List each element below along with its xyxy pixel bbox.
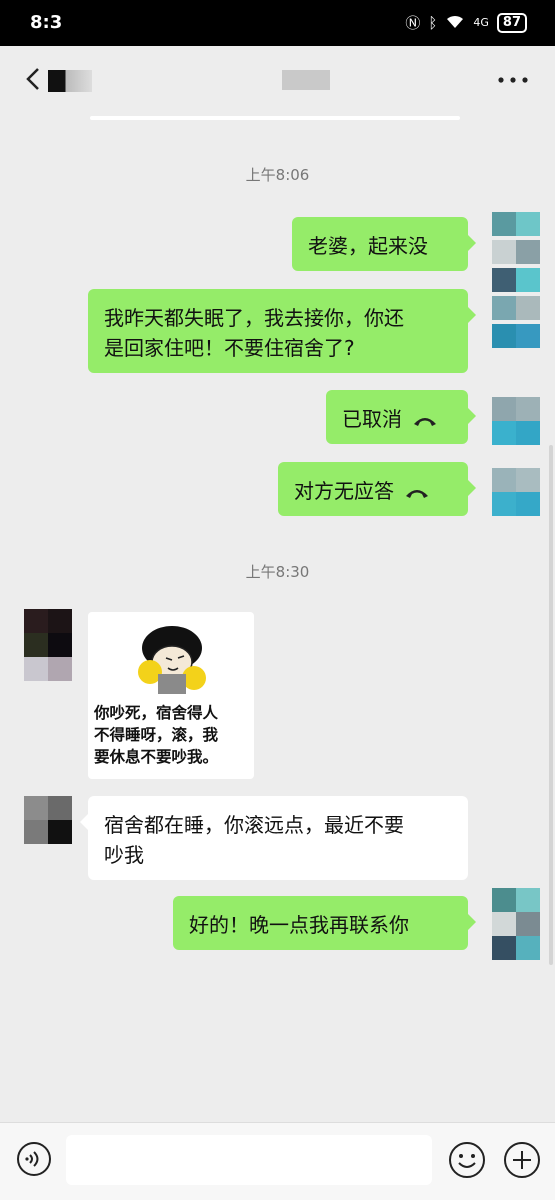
voice-button[interactable] [16,1141,52,1177]
sticker-caption-line: 不得睡呀，滚，我 [94,726,219,744]
back-button[interactable] [20,64,50,94]
avatar-contact[interactable] [24,796,72,844]
voice-icon [17,1142,51,1176]
sticker-message[interactable]: 你吵死，宿舍得人 不得睡呀，滚，我 要休息不要吵我。 [88,612,254,779]
plus-button[interactable] [503,1141,541,1179]
timestamp: 上午8:30 [245,563,310,581]
message-text: 老婆，起来没 [308,234,428,258]
avatar-self[interactable] [492,212,540,352]
sticker-caption-line: 要休息不要吵我。 [94,748,219,766]
status-icons: Ⓝ ᛒ 4G 87 [405,12,527,33]
call-cancelled-bubble[interactable]: 已取消 [326,390,476,444]
header-divider [90,116,460,120]
status-bar: 8:3 Ⓝ ᛒ 4G 87 [0,0,555,46]
chat-header [0,46,555,118]
call-no-answer-bubble[interactable]: 对方无应答 [278,462,476,516]
more-button[interactable] [493,68,533,92]
message-bubble-received[interactable]: 宿舍都在睡，你滚远点，最近不要 吵我 [80,796,468,880]
nfc-icon: Ⓝ [405,14,421,32]
wifi-icon [445,13,465,33]
battery-level: 87 [502,14,521,30]
message-bubble-sent[interactable]: 我昨天都失眠了，我去接你，你还 是回家住吧！不要住宿舍了? [88,289,476,373]
sticker-character-image [138,626,206,694]
battery-icon: 87 [496,12,527,33]
sticker-caption-line: 你吵死，宿舍得人 [94,704,219,722]
more-dots-icon [498,77,528,83]
phone-hangup-icon [406,489,428,498]
sticker-caption: 你吵死，宿舍得人 不得睡呀，滚，我 要休息不要吵我。 [88,702,254,768]
message-text-line: 宿舍都在睡，你滚远点，最近不要 [104,813,404,837]
avatar-self[interactable] [492,468,540,516]
bluetooth-icon: ᛒ [428,13,438,32]
input-bar [0,1122,555,1200]
message-bubble-sent[interactable]: 老婆，起来没 [292,217,476,271]
network-label: 4G [473,16,489,29]
status-time: 8:3 [30,12,63,33]
message-text-line: 吵我 [104,843,144,867]
emoji-button[interactable] [448,1141,486,1179]
scrollbar[interactable] [549,445,553,965]
avatar-self[interactable] [492,397,540,445]
call-status-text: 已取消 [342,407,402,431]
message-text-line: 是回家住吧！不要住宿舍了? [104,336,355,360]
avatar-contact[interactable] [24,609,72,681]
avatar-self[interactable] [492,888,540,960]
call-status-text: 对方无应答 [294,479,394,503]
message-text-line: 我昨天都失眠了，我去接你，你还 [104,306,404,330]
back-arrow-icon [26,68,39,90]
contact-name-blurred [282,70,330,90]
message-bubble-sent[interactable]: 好的！晚一点我再联系你 [173,896,476,950]
message-input[interactable] [66,1135,432,1185]
phone-hangup-icon [414,417,436,426]
emoji-icon [449,1142,485,1178]
timestamp: 上午8:06 [245,166,310,184]
message-text: 好的！晚一点我再联系你 [189,913,409,937]
contact-avatar-blurred [48,70,92,92]
plus-icon [504,1142,540,1178]
